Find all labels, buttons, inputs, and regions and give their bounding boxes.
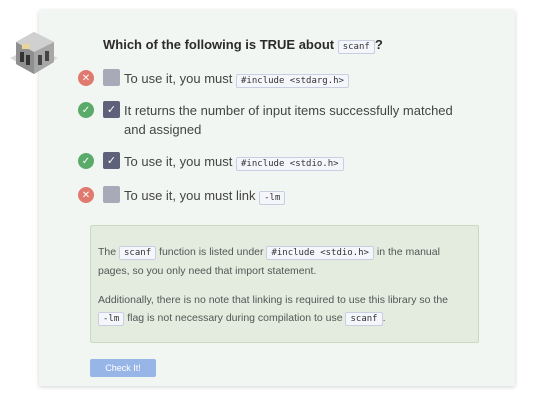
x-circle-icon: ✕	[78, 187, 94, 203]
answer-option-4[interactable]: ✕ To use it, you must link -lm	[78, 186, 464, 208]
option-4-code: -lm	[259, 191, 286, 205]
explanation-text: The	[98, 246, 117, 258]
option-3-text: To use it, you must	[124, 154, 233, 169]
explanation-text: function is listed under	[159, 246, 264, 258]
option-4-text: To use it, you must link	[124, 188, 256, 203]
explanation-code: scanf	[345, 312, 383, 326]
check-circle-icon: ✓	[78, 153, 94, 169]
answer-option-1[interactable]: ✕ To use it, you must #include <stdarg.h…	[78, 69, 464, 91]
explanation-paragraph-1: The scanf function is listed under #incl…	[98, 243, 470, 280]
option-2-text: It returns the number of input items suc…	[124, 103, 453, 137]
explanation-text: flag is not necessary during compilation…	[127, 312, 343, 324]
explanation-code: scanf	[119, 246, 157, 260]
option-1-text: To use it, you must	[124, 71, 233, 86]
question-title: Which of the following is TRUE about sca…	[103, 37, 383, 54]
explanation-text: .	[382, 312, 386, 324]
question-prefix: Which of the following is TRUE about	[103, 37, 335, 52]
x-circle-icon: ✕	[78, 70, 94, 86]
option-3-label: To use it, you must #include <stdio.h>	[124, 152, 464, 174]
option-1-code: #include <stdarg.h>	[236, 74, 349, 88]
question-code: scanf	[337, 40, 375, 54]
option-1-label: To use it, you must #include <stdarg.h>	[124, 69, 464, 91]
question-suffix: ?	[374, 37, 383, 52]
checkmark-icon: ✓	[106, 155, 117, 167]
checkbox-option-3[interactable]: ✓	[103, 152, 120, 169]
check-circle-icon: ✓	[78, 102, 94, 118]
explanation-code: #include <stdio.h>	[266, 246, 374, 260]
option-2-label: It returns the number of input items suc…	[124, 101, 464, 139]
explanation-code: -lm	[98, 312, 125, 326]
explanation-paragraph-2: Additionally, there is no note that link…	[98, 291, 470, 328]
option-3-code: #include <stdio.h>	[236, 157, 344, 171]
checkbox-option-2[interactable]: ✓	[103, 101, 120, 118]
checkbox-option-4[interactable]	[103, 186, 120, 203]
checkmark-icon: ✓	[106, 104, 117, 116]
explanation-panel: The scanf function is listed under #incl…	[90, 225, 479, 343]
check-it-button[interactable]: Check It!	[90, 359, 156, 377]
mascot-building-icon	[10, 32, 58, 74]
checkbox-option-1[interactable]	[103, 69, 120, 86]
answer-option-2[interactable]: ✓ ✓ It returns the number of input items…	[78, 101, 464, 139]
explanation-text: Additionally, there is no note that link…	[98, 294, 448, 306]
answer-option-3[interactable]: ✓ ✓ To use it, you must #include <stdio.…	[78, 152, 464, 174]
option-4-label: To use it, you must link -lm	[124, 186, 464, 208]
